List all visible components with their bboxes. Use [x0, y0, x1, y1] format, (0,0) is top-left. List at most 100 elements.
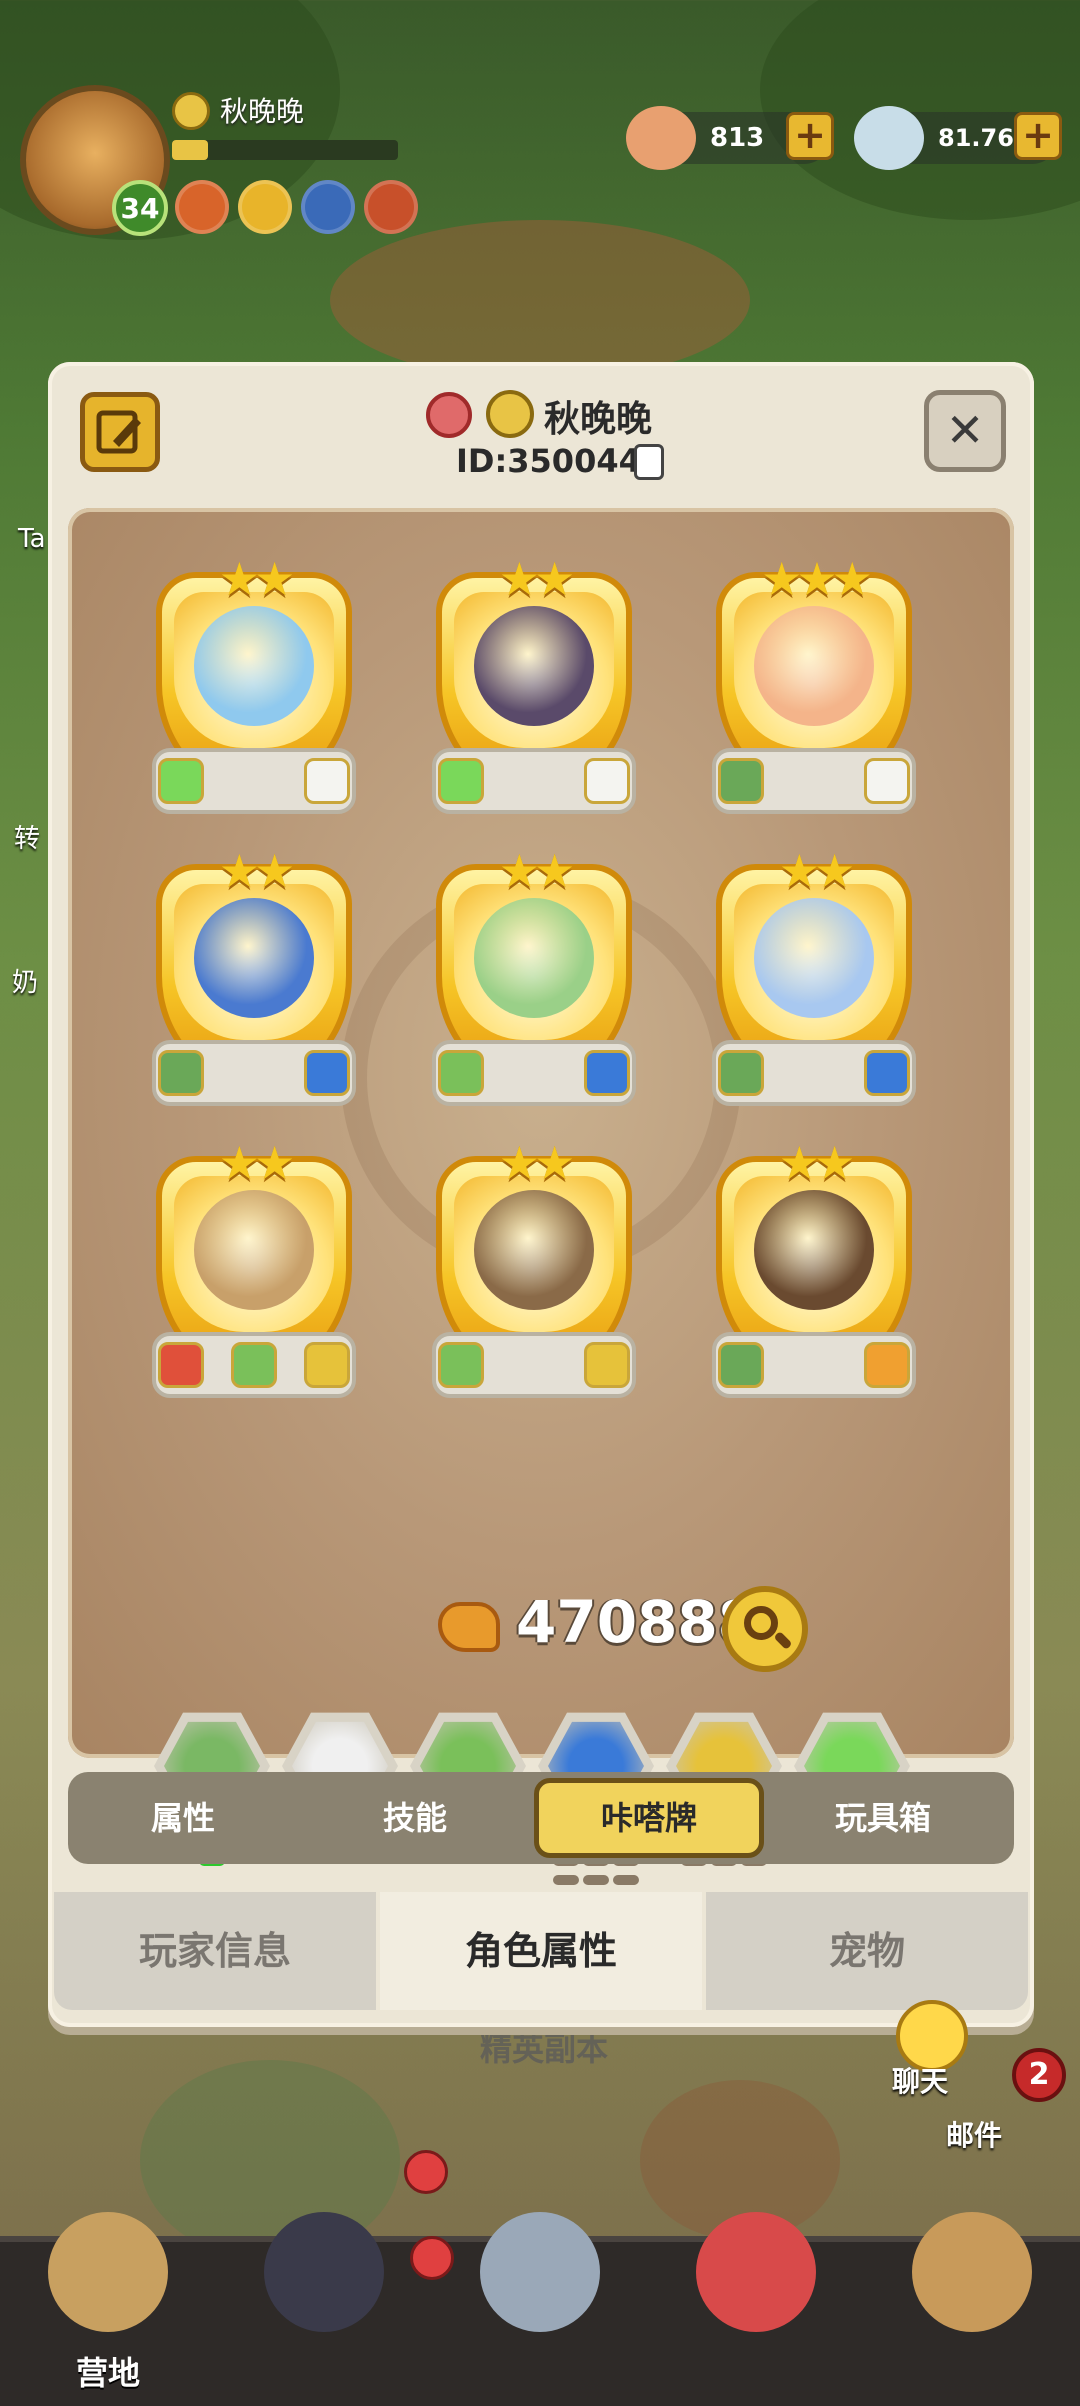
- leaf-element-icon: [158, 1050, 204, 1096]
- stone-currency-icon: [854, 106, 924, 170]
- elite-dungeon-label: 精英副本: [480, 2030, 609, 2068]
- creature-portrait: [754, 898, 874, 1018]
- pet-card-earth-dragon[interactable]: ★★: [432, 1136, 636, 1398]
- pet-card-wind-dragon[interactable]: ★★: [712, 844, 916, 1106]
- profile-name: 秋晚晚: [544, 399, 653, 440]
- shield-element-icon: [304, 1342, 350, 1388]
- star-rating: ★★: [498, 1136, 575, 1190]
- temple-decoration: [330, 220, 750, 380]
- side-menu-label: 转: [14, 824, 41, 854]
- creature-portrait: [194, 606, 314, 726]
- player-name: 秋晚晚: [220, 95, 305, 128]
- totem-icon: [912, 2212, 1032, 2332]
- cotton-element-icon: [864, 758, 910, 804]
- notification-dot: [404, 2150, 448, 2194]
- nav-totem[interactable]: [864, 2212, 1080, 2406]
- resource-counter: 813 +: [626, 106, 834, 170]
- tusk-element-icon: [864, 1342, 910, 1388]
- tab-skills[interactable]: 技能: [300, 1778, 530, 1858]
- close-button[interactable]: ✕: [924, 390, 1006, 472]
- add-resource-button[interactable]: +: [786, 112, 834, 160]
- weapon-icon: [480, 2212, 600, 2332]
- pet-card-shadow-beast[interactable]: ★★: [432, 552, 636, 814]
- creature-portrait: [474, 1190, 594, 1310]
- notification-dot: [410, 2236, 454, 2280]
- volcano-element-icon: [158, 1342, 204, 1388]
- bottom-nav-bar: 营地: [0, 2212, 1080, 2406]
- tornado-element-icon: [304, 1050, 350, 1096]
- nav-label: 营地: [75, 2354, 140, 2392]
- player-level-badge: 34: [112, 180, 168, 236]
- edit-profile-button[interactable]: [80, 392, 160, 472]
- pet-card-mandrake[interactable]: ★★★: [712, 552, 916, 814]
- tab-pets[interactable]: 宠物: [706, 1892, 1028, 2010]
- resource-value: 813: [710, 123, 765, 153]
- star-rating: ★★★: [761, 552, 873, 606]
- chat-button[interactable]: 聊天: [870, 2000, 980, 2110]
- tab-toy-box[interactable]: 玩具箱: [768, 1778, 998, 1858]
- player-profile-modal: 秋晚晚 ID:3500441 ✕ ★★ ★★ ★★★ ★★ ★★ ★★ ★★ ★★ ★★ 470…: [48, 362, 1034, 2027]
- leaf-element-icon: [718, 1342, 764, 1388]
- tab-attributes[interactable]: 属性: [68, 1778, 298, 1858]
- creature-portrait: [754, 606, 874, 726]
- pet-card-leaf-fox[interactable]: ★★: [432, 844, 636, 1106]
- star-rating: ★★: [218, 844, 295, 898]
- cactus-element-icon: [231, 1342, 277, 1388]
- copy-id-icon[interactable]: [634, 444, 664, 480]
- tab-player-info[interactable]: 玩家信息: [54, 1892, 376, 2010]
- key-icon: [426, 392, 472, 438]
- star-rating: ★★: [498, 844, 575, 898]
- pet-card-ram[interactable]: ★★: [152, 552, 356, 814]
- power-arm-icon: [438, 1602, 500, 1652]
- creature-portrait: [754, 1190, 874, 1310]
- emote-face-icon: [172, 92, 210, 130]
- nav-weapon[interactable]: [432, 2212, 648, 2406]
- emote-face-icon: [486, 390, 534, 438]
- nav-pet[interactable]: [648, 2212, 864, 2406]
- tornado-element-icon: [584, 1050, 630, 1096]
- deck-board: ★★ ★★ ★★★ ★★ ★★ ★★ ★★ ★★ ★★ 470888: [68, 508, 1014, 1885]
- pet-card-blue-wolf[interactable]: ★★: [152, 844, 356, 1106]
- cotton-element-icon: [584, 758, 630, 804]
- hero-icon: [264, 2212, 384, 2332]
- cactus-element-icon: [438, 1342, 484, 1388]
- badge-icon-fire[interactable]: [175, 180, 229, 234]
- leaf-element-icon: [718, 758, 764, 804]
- foliage-decoration: [760, 0, 1080, 220]
- inspect-button[interactable]: [722, 1586, 808, 1672]
- nav-hero[interactable]: [216, 2212, 432, 2406]
- star-rating: ★★: [778, 844, 855, 898]
- shield-element-icon: [584, 1342, 630, 1388]
- tornado-element-icon: [864, 1050, 910, 1096]
- star-rating: ★★: [218, 552, 295, 606]
- badge-icon-gold[interactable]: [238, 180, 292, 234]
- side-menu-label: Ta: [18, 524, 46, 554]
- star-rating: ★★: [218, 1136, 295, 1190]
- side-menu-label: 奶: [12, 968, 39, 998]
- edit-icon: [96, 410, 141, 454]
- chat-label: 聊天: [891, 2065, 948, 2098]
- tab-click-cards[interactable]: 咔嗒牌: [534, 1778, 764, 1858]
- exp-progress-bar: [172, 140, 398, 160]
- mail-notification-badge: 2: [1012, 2048, 1066, 2102]
- camp-icon: [48, 2212, 168, 2332]
- tab-character-attributes[interactable]: 角色属性: [380, 1892, 702, 2010]
- mail-label[interactable]: 邮件: [946, 2114, 1002, 2154]
- badge-icon-blue[interactable]: [301, 180, 355, 234]
- leaf-element-icon: [718, 1050, 764, 1096]
- creature-portrait: [194, 898, 314, 1018]
- star-rating: ★★: [778, 1136, 855, 1190]
- star-rating: ★★: [498, 552, 575, 606]
- grassland-element-icon: [158, 758, 204, 804]
- grassland-element-icon: [438, 758, 484, 804]
- cotton-element-icon: [304, 758, 350, 804]
- creature-portrait: [194, 1190, 314, 1310]
- nav-camp[interactable]: 营地: [0, 2212, 216, 2406]
- add-resource-button[interactable]: +: [1014, 112, 1062, 160]
- resource-counter: 81.76M +: [854, 106, 1062, 170]
- pet-card-stone-golem[interactable]: ★★: [152, 1136, 356, 1398]
- creature-portrait: [474, 606, 594, 726]
- badge-icon-shield[interactable]: [364, 180, 418, 234]
- player-id: ID:3500441: [456, 442, 664, 480]
- pet-card-mammoth[interactable]: ★★: [712, 1136, 916, 1398]
